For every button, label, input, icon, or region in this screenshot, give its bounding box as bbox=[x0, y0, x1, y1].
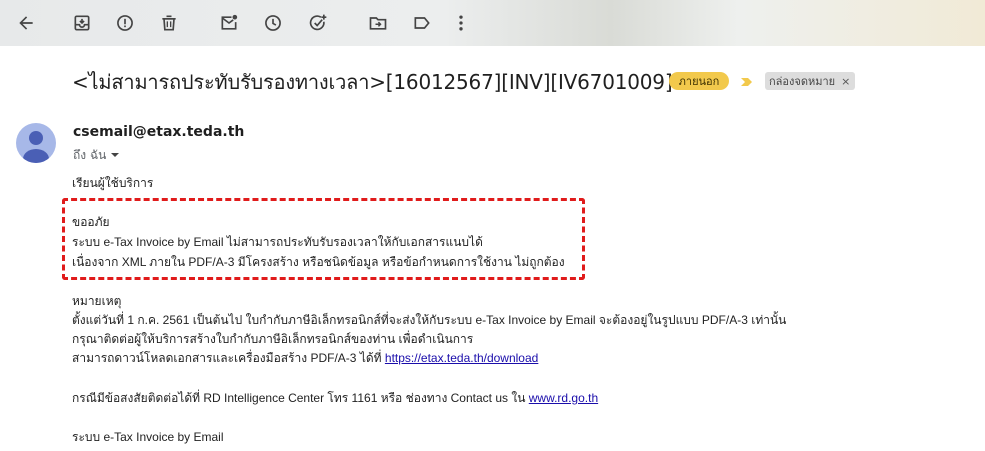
report-spam-icon[interactable] bbox=[114, 12, 136, 34]
label-chip-inbox: กล่องจดหมาย × bbox=[765, 72, 855, 90]
sender-avatar[interactable] bbox=[16, 123, 56, 163]
error-line-3: เนื่องจาก XML ภายใน PDF/A-3 มีโครงสร้าง … bbox=[72, 255, 565, 269]
toolbar bbox=[0, 0, 985, 46]
back-arrow-icon[interactable] bbox=[15, 12, 37, 34]
remove-label-button[interactable]: × bbox=[841, 75, 850, 88]
add-task-icon[interactable] bbox=[307, 12, 329, 34]
note-line-2: กรุณาติดต่อผู้ให้บริการสร้างใบกำกับภาษีอ… bbox=[72, 332, 474, 346]
snooze-icon[interactable] bbox=[262, 12, 284, 34]
archive-icon[interactable] bbox=[71, 12, 93, 34]
more-vert-icon[interactable] bbox=[450, 12, 472, 34]
note-title: หมายเหตุ bbox=[72, 294, 122, 308]
contact-line: กรณีมีข้อสงสัยติดต่อได้ที่ RD Intelligen… bbox=[72, 389, 598, 408]
label-chip-inbox-text: กล่องจดหมาย bbox=[769, 75, 836, 88]
error-line-2: ระบบ e-Tax Invoice by Email ไม่สามารถประ… bbox=[72, 235, 483, 249]
sender-email[interactable]: csemail@etax.teda.th bbox=[73, 124, 244, 140]
note-line-3-text: สามารถดาวน์โหลดเอกสารและเครื่องมือสร้าง … bbox=[72, 351, 385, 365]
rd-website-link[interactable]: www.rd.go.th bbox=[529, 391, 598, 405]
email-subject: <ไม่สามารถประทับรับรองทางเวลา>[16012567]… bbox=[72, 70, 673, 94]
label-chip-external[interactable]: ภายนอก bbox=[669, 72, 729, 90]
recipient-label: ถึง ฉัน bbox=[73, 148, 107, 162]
note-line-3: สามารถดาวน์โหลดเอกสารและเครื่องมือสร้าง … bbox=[72, 349, 538, 368]
error-line-1: ขออภัย bbox=[72, 215, 110, 229]
contact-text: กรณีมีข้อสงสัยติดต่อได้ที่ RD Intelligen… bbox=[72, 391, 529, 405]
note-line-1: ตั้งแต่วันที่ 1 ก.ค. 2561 เป็นต้นไป ใบกำ… bbox=[72, 313, 787, 327]
download-link[interactable]: https://etax.teda.th/download bbox=[385, 351, 538, 365]
recipient-details[interactable]: ถึง ฉัน bbox=[73, 146, 120, 165]
label-icon[interactable] bbox=[411, 12, 433, 34]
delete-icon[interactable] bbox=[158, 12, 180, 34]
signature: ระบบ e-Tax Invoice by Email bbox=[72, 430, 224, 444]
chevron-down-icon[interactable] bbox=[110, 149, 120, 163]
move-to-icon[interactable] bbox=[367, 12, 389, 34]
greeting: เรียนผู้ใช้บริการ bbox=[72, 176, 154, 190]
importance-marker-icon[interactable] bbox=[740, 74, 754, 88]
mark-unread-icon[interactable] bbox=[218, 12, 240, 34]
